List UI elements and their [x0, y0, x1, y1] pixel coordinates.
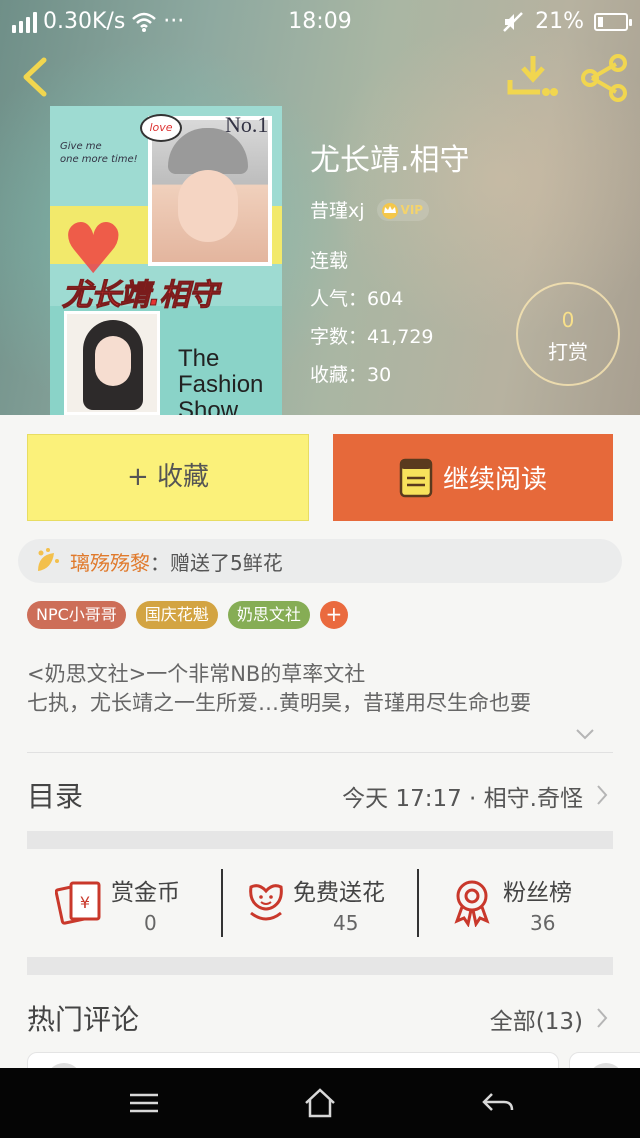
reward-label: 打赏	[548, 340, 588, 364]
stat-fan-ranking-value: 36	[530, 911, 556, 935]
vip-badge: VIP	[376, 198, 430, 221]
cover-give-text: Give me one more time!	[60, 140, 156, 166]
tag-club[interactable]: 奶思文社	[227, 601, 310, 629]
stats-row: ¥ 赏金币 0 免费送花 45 粉丝榜 36	[27, 855, 613, 951]
hot-comments-header[interactable]: 热门评论 全部(13)	[27, 992, 613, 1042]
cover-number: No.1	[225, 112, 269, 137]
svg-text:¥: ¥	[80, 893, 90, 912]
gift-user[interactable]: 璃殇殇黎	[70, 547, 150, 576]
status-bar: 0.30K/s ··· 18:09 21%	[0, 0, 640, 46]
description-line-2: 七执，尤长靖之一生所爱…黄明昊，昔瑾用尽生命也要	[27, 691, 531, 715]
back-button[interactable]	[14, 52, 58, 102]
word-count-label: 字数：	[310, 326, 368, 348]
cover-give-line1: Give me	[60, 141, 102, 152]
cover-love-bubble: love	[140, 114, 182, 142]
stat-fan-ranking-label: 粉丝榜	[503, 880, 572, 906]
description-line-1: <奶思文社>一个非常NB的草率文社	[27, 662, 366, 686]
latest-chapter[interactable]: 今天 17:17 · 相守.奇怪	[342, 779, 583, 813]
crown-icon	[381, 202, 398, 219]
reward-count: 0	[561, 308, 575, 332]
gift-text: 赠送了5鲜花	[170, 550, 283, 575]
hot-comments-title: 热门评论	[27, 1003, 140, 1036]
section-separator	[27, 831, 613, 849]
flower-icon	[249, 884, 283, 921]
book-status: 连载	[310, 250, 349, 272]
stat-fan-ranking[interactable]: 粉丝榜 36	[419, 855, 614, 951]
status-right: 21%	[501, 9, 632, 34]
battery-percent: 21%	[535, 9, 584, 34]
gift-separator: ：	[150, 550, 170, 575]
stat-free-flowers[interactable]: 免费送花 45	[223, 855, 418, 951]
table-of-contents-row[interactable]: 目录 今天 17:17 · 相守.奇怪	[27, 765, 613, 823]
gift-notice[interactable]: 璃殇殇黎 ： 赠送了5鲜花	[18, 539, 622, 583]
word-count-line: 字数：41,729	[310, 322, 434, 349]
book-description[interactable]: <奶思文社>一个非常NB的草率文社 七执，尤长靖之一生所爱…黄明昊，昔瑾用尽生命…	[27, 660, 617, 718]
battery-icon	[594, 12, 632, 31]
home-icon[interactable]	[300, 1086, 340, 1120]
popularity-label: 人气：	[310, 288, 368, 310]
cover-photo-girl	[64, 311, 160, 415]
mute-icon	[503, 11, 523, 32]
cover-fashion-line1: The	[178, 345, 220, 372]
book-header: 0.30K/s ··· 18:09 21% ♥ No.1 love Give m…	[0, 0, 640, 415]
cover-title: 尤长靖.相守	[61, 278, 218, 314]
red-envelope-icon: ¥	[55, 881, 101, 925]
stat-free-flowers-value: 45	[333, 911, 359, 935]
cover-fashion-line3: Show	[178, 397, 239, 416]
tag-national-day[interactable]: 国庆花魁	[135, 601, 218, 629]
stat-gold-coins-label: 赏金币	[111, 880, 180, 906]
book-icon	[399, 458, 433, 497]
chevron-right-icon	[597, 1008, 608, 1028]
toc-title: 目录	[27, 780, 84, 813]
chevron-right-icon	[597, 785, 608, 805]
favorites-line: 收藏：30	[310, 360, 391, 387]
tag-npc[interactable]: NPC小哥哥	[27, 601, 126, 629]
back-nav-icon[interactable]	[478, 1086, 518, 1120]
vip-label: VIP	[400, 202, 424, 217]
share-button[interactable]	[578, 52, 630, 104]
cover-give-line2: one more time!	[60, 154, 138, 165]
section-separator	[27, 957, 613, 975]
chevron-down-icon[interactable]	[574, 726, 596, 742]
book-cover[interactable]: ♥ No.1 love Give me one more time! 尤长靖.相…	[50, 106, 282, 415]
favorites-value: 30	[367, 364, 392, 386]
add-tag-button[interactable]: +	[319, 601, 348, 629]
author-name[interactable]: 昔瑾xj	[310, 196, 365, 223]
stat-gold-coins-value: 0	[144, 911, 157, 935]
stat-gold-coins[interactable]: ¥ 赏金币 0	[27, 855, 222, 951]
stat-free-flowers-label: 免费送花	[293, 880, 385, 906]
battery-level	[598, 16, 603, 27]
continue-reading-label: 继续阅读	[442, 465, 547, 495]
reward-button[interactable]: 0 打赏	[516, 282, 620, 386]
word-count-value: 41,729	[367, 326, 434, 348]
continue-reading-button[interactable]: 继续阅读	[333, 434, 613, 521]
download-button[interactable]	[506, 52, 560, 102]
author-row[interactable]: 昔瑾xj VIP	[310, 196, 430, 223]
divider	[27, 752, 613, 753]
book-title: 尤长靖.相守	[310, 143, 470, 178]
popularity-line: 人气：604	[310, 284, 403, 311]
popularity-value: 604	[367, 288, 404, 310]
cover-fashion-text: The Fashion Show	[178, 345, 264, 416]
add-to-favorites-button[interactable]: + 收藏	[27, 434, 309, 521]
all-comments-link[interactable]: 全部(13)	[490, 1002, 583, 1036]
ribbon-medal-icon	[454, 880, 490, 927]
system-nav-bar	[0, 1068, 640, 1138]
favorites-label: 收藏：	[310, 364, 368, 386]
flower-gift-icon	[38, 548, 59, 571]
cover-fashion-line2: Fashion	[178, 371, 264, 398]
menu-icon[interactable]	[124, 1086, 164, 1120]
tag-list: NPC小哥哥 国庆花魁 奶思文社 +	[27, 601, 348, 629]
